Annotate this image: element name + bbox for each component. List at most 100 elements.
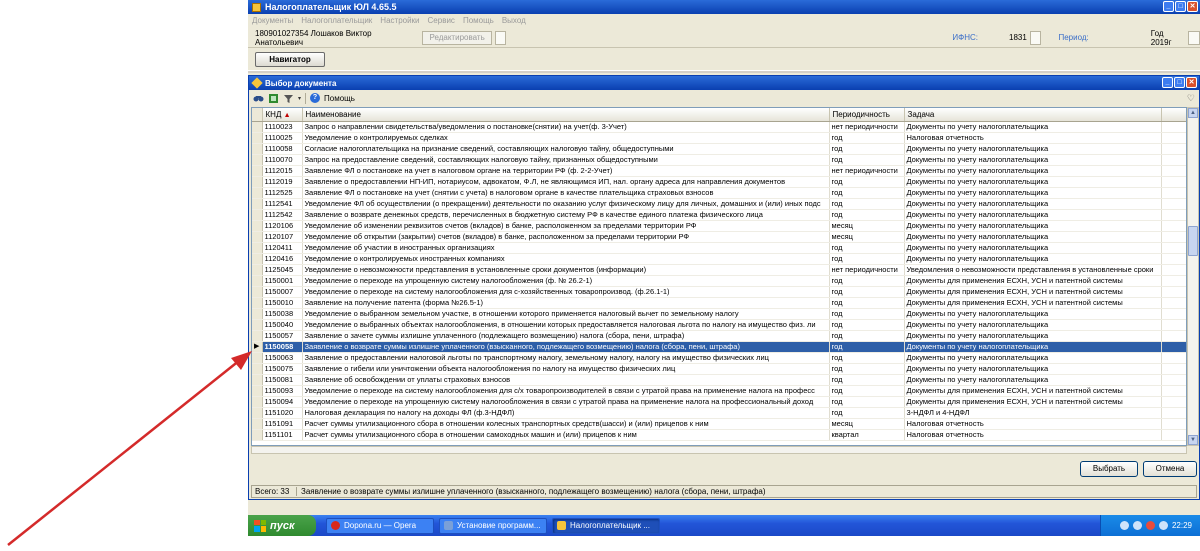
column-header-period[interactable]: Периодичность (829, 108, 905, 122)
column-header-task[interactable]: Задача (904, 108, 1162, 122)
navigator-tab[interactable]: Навигатор (255, 52, 325, 67)
table-row[interactable]: 1112525 Заявление ФЛ о постановке на учет… (252, 187, 1186, 199)
tray-security-icon[interactable] (1158, 521, 1168, 530)
menu-help[interactable]: Помощь (463, 16, 494, 25)
cell-task: Документы по учету налогоплательщика (904, 176, 1162, 188)
menu-taxpayer[interactable]: Налогоплательщик (301, 16, 372, 25)
table-row[interactable]: 1150063 Заявление о предоставлении налого… (252, 352, 1186, 364)
scroll-up-icon[interactable]: ▲ (1188, 108, 1198, 118)
task-installer[interactable]: Установие программ... (439, 517, 547, 534)
cell-name: Заявление о возврате денежных средств, п… (302, 209, 830, 221)
row-marker (252, 132, 263, 144)
period-select-button[interactable] (1188, 30, 1200, 45)
table-row[interactable]: 1151091 Расчет суммы утилизационного сбор… (252, 418, 1186, 430)
edit-extra-button[interactable] (494, 30, 507, 45)
table-row[interactable]: 1120106 Уведомление об изменении реквизит… (252, 220, 1186, 232)
cell-task: Документы по учету налогоплательщика (904, 242, 1162, 254)
row-marker (252, 396, 263, 408)
filter-icon[interactable] (283, 93, 294, 104)
table-row[interactable]: 1150007 Уведомление о переходе на систему… (252, 286, 1186, 298)
table-row[interactable]: 1150001 Уведомление о переходе на упрощен… (252, 275, 1186, 287)
cell-period: месяц (829, 418, 905, 430)
cell-period: год (829, 132, 905, 144)
column-header-knd[interactable]: КНД ▲ (262, 108, 303, 122)
cancel-button[interactable]: Отмена (1143, 461, 1197, 477)
table-row[interactable]: 1150057 Заявление о зачете суммы излишне … (252, 330, 1186, 342)
ifns-select-button[interactable] (1029, 30, 1042, 45)
favorite-icon[interactable]: ♡ (1187, 93, 1195, 104)
cell-knd: 1120106 (262, 220, 303, 232)
table-row[interactable]: 1110058 Согласие налогоплательщика на при… (252, 143, 1186, 155)
cell-name: Заявление ФЛ о постановке на учет в нало… (302, 165, 830, 177)
row-marker (252, 242, 263, 254)
table-row[interactable]: 1150081 Заявление об освобождении от упла… (252, 374, 1186, 386)
table-row[interactable]: 1120411 Уведомление об участии в иностран… (252, 242, 1186, 254)
cell-name: Заявление о зачете суммы излишне уплачен… (302, 330, 830, 342)
table-row[interactable]: 1120107 Уведомление об открытии (закрытии… (252, 231, 1186, 243)
select-button[interactable]: Выбрать (1080, 461, 1138, 477)
row-marker (252, 297, 263, 309)
table-row[interactable]: 1150094 Уведомление о переходе на упрощен… (252, 396, 1186, 408)
table-row[interactable]: 1150093 Уведомление о переходе на систему… (252, 385, 1186, 397)
close-icon[interactable]: ✕ (1187, 1, 1198, 12)
table-row[interactable]: 1150040 Уведомление о выбранных объектах … (252, 319, 1186, 331)
cell-period: нет периодичности (829, 264, 905, 276)
cell-task: Документы для применения ЕСХН, УСН и пат… (904, 286, 1162, 298)
arrow-shaft (7, 359, 241, 546)
menu-service[interactable]: Сервис (428, 16, 455, 25)
scroll-thumb[interactable] (1188, 226, 1198, 256)
table-row[interactable]: 1110025 Уведомление о контролируемых сдел… (252, 132, 1186, 144)
help-icon[interactable]: ? (310, 93, 321, 103)
cell-filler (1161, 429, 1186, 441)
table-row[interactable]: 1150010 Заявление на получение патента (ф… (252, 297, 1186, 309)
tray-alert-icon[interactable] (1145, 521, 1155, 530)
task-taxpayer[interactable]: Налогоплательщик ... (552, 517, 660, 534)
table-row[interactable]: 1110070 Запрос на предоставление сведений… (252, 154, 1186, 166)
edit-button[interactable]: Редактировать (422, 30, 492, 45)
table-row[interactable]: ▶ 1150058 Заявление о возврате суммы излиш… (252, 341, 1186, 353)
vertical-scrollbar[interactable]: ▲ ▼ (1187, 107, 1199, 446)
table-row[interactable]: 1125045 Уведомление о невозможности предс… (252, 264, 1186, 276)
menu-settings[interactable]: Настройки (380, 16, 419, 25)
horizontal-scrollbar[interactable] (251, 446, 1187, 454)
table-row[interactable]: 1112541 Уведомление ФЛ об осуществлении (… (252, 198, 1186, 210)
table-row[interactable]: 1150075 Заявление о гибели или уничтожени… (252, 363, 1186, 375)
dialog-minimize-icon[interactable]: _ (1162, 77, 1173, 88)
table-row[interactable]: 1151020 Налоговая декларация по налогу на… (252, 407, 1186, 419)
find-icon[interactable] (253, 93, 264, 104)
taskbar: пуск Dopona.ru — Opera Установие програм… (248, 515, 1200, 536)
table-row[interactable]: 1150038 Уведомление о выбранном земельном… (252, 308, 1186, 320)
row-marker (252, 264, 263, 276)
task-opera[interactable]: Dopona.ru — Opera (326, 517, 434, 534)
menu-exit[interactable]: Выход (502, 16, 526, 25)
cell-period: год (829, 396, 905, 408)
cell-task: Документы по учету налогоплательщика (904, 143, 1162, 155)
scroll-down-icon[interactable]: ▼ (1188, 435, 1198, 445)
cell-name: Уведомление о невозможности представлени… (302, 264, 830, 276)
tray-network-icon[interactable] (1119, 521, 1129, 530)
help-label[interactable]: Помощь (324, 94, 355, 103)
cell-period: год (829, 286, 905, 298)
start-button[interactable]: пуск (248, 515, 316, 536)
cell-period: квартал (829, 429, 905, 441)
excel-icon[interactable] (268, 93, 279, 104)
table-row[interactable]: 1112019 Заявление о предоставлении НП-ИП,… (252, 176, 1186, 188)
dialog-close-icon[interactable]: ✕ (1186, 77, 1197, 88)
table-row[interactable]: 1151101 Расчет суммы утилизационного сбор… (252, 429, 1186, 441)
row-marker (252, 286, 263, 298)
cell-name: Расчет суммы утилизационного сбора в отн… (302, 429, 830, 441)
menu-documents[interactable]: Документы (252, 16, 293, 25)
table-row[interactable]: 1120416 Уведомление о контролируемых инос… (252, 253, 1186, 265)
table-row[interactable]: 1110023 Запрос о направлении свидетельств… (252, 121, 1186, 133)
cell-name: Налоговая декларация по налогу на доходы… (302, 407, 830, 419)
filter-dropdown-icon[interactable]: ▾ (298, 95, 301, 102)
column-header-name[interactable]: Наименование (302, 108, 830, 122)
dialog-maximize-icon[interactable]: □ (1174, 77, 1185, 88)
maximize-icon[interactable]: □ (1175, 1, 1186, 12)
table-row[interactable]: 1112015 Заявление ФЛ о постановке на учет… (252, 165, 1186, 177)
cell-knd: 1120416 (262, 253, 303, 265)
minimize-icon[interactable]: _ (1163, 1, 1174, 12)
tray-volume-icon[interactable] (1132, 521, 1142, 530)
task-opera-label: Dopona.ru — Opera (344, 521, 417, 530)
table-row[interactable]: 1112542 Заявление о возврате денежных сре… (252, 209, 1186, 221)
